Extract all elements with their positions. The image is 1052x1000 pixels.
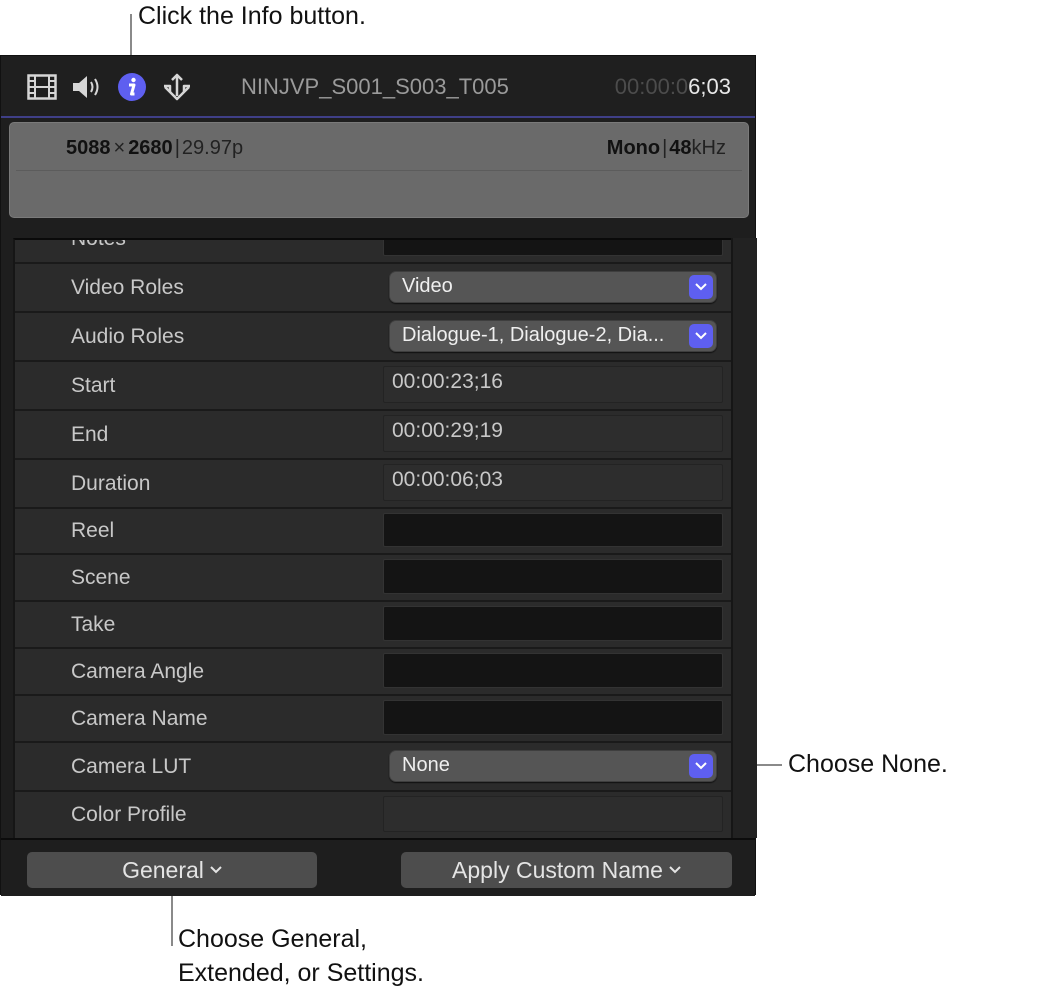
metadata-row-color-profile: Color Profile xyxy=(15,792,731,840)
metadata-popup[interactable]: Dialogue-1, Dialogue-2, Dia... xyxy=(389,319,717,352)
metadata-field[interactable] xyxy=(383,653,723,688)
metadata-row-take: Take xyxy=(15,602,731,649)
timecode-value: 6;03 xyxy=(688,74,731,99)
scrollbar-track[interactable] xyxy=(731,238,757,838)
metadata-label: End xyxy=(71,422,109,446)
metadata-label: Camera LUT xyxy=(71,754,192,778)
metadata-label: Color Profile xyxy=(71,803,187,826)
video-height: 2680 xyxy=(128,137,173,159)
metadata-field: 00:00:23;16 xyxy=(383,366,723,403)
metadata-row-notes: Notes xyxy=(15,238,731,264)
metadata-label: Scene xyxy=(71,565,131,589)
metadata-row-reel: Reel xyxy=(15,509,731,555)
callout-info: Click the Info button. xyxy=(138,2,366,30)
clip-name: NINJVP_S001_S003_T005 xyxy=(241,74,509,99)
clip-info-header: 5088 × 2680 | 29.97p Mono | 48kHz xyxy=(9,122,749,218)
chevron-down-icon[interactable] xyxy=(689,274,713,299)
metadata-row-start: Start 00:00:23;16 xyxy=(15,362,731,411)
metadata-label: Start xyxy=(71,373,116,397)
metadata-field[interactable] xyxy=(383,240,723,256)
apply-custom-name-label: Apply Custom Name xyxy=(452,856,663,883)
header-divider xyxy=(16,170,742,171)
share-icon[interactable] xyxy=(161,72,193,102)
info-icon[interactable] xyxy=(117,72,147,102)
chevron-down-icon[interactable] xyxy=(689,323,713,348)
chevron-down-icon xyxy=(210,866,222,874)
metadata-row-scene: Scene xyxy=(15,555,731,602)
metadata-row-end: End 00:00:29;19 xyxy=(15,411,731,460)
metadata-popup[interactable]: None xyxy=(389,749,717,782)
audio-channels: Mono xyxy=(606,137,661,159)
metadata-label: Camera Name xyxy=(71,706,208,730)
metadata-label: Camera Angle xyxy=(71,659,205,683)
inspector-bottom-bar: General Apply Custom Name xyxy=(1,838,755,896)
popup-value: Dialogue-1, Dialogue-2, Dia... xyxy=(402,323,665,346)
metadata-list: Notes Video Roles Video Audio Roles Dialogue… xyxy=(13,238,733,840)
callout-lut: Choose None. xyxy=(788,750,948,778)
field-value: 00:00:23;16 xyxy=(392,370,503,393)
audio-sample-rate: 48 xyxy=(669,137,692,159)
times-sign: × xyxy=(113,137,126,159)
field-value: 00:00:06;03 xyxy=(392,468,503,491)
metadata-row-camera-lut: Camera LUT None xyxy=(15,743,731,792)
callout-view-line1: Choose General, xyxy=(178,925,368,953)
timecode-leading: 00:00:0 xyxy=(614,74,689,99)
popup-value: None xyxy=(402,753,450,776)
metadata-label: Video Roles xyxy=(71,275,184,299)
metadata-field: 00:00:06;03 xyxy=(383,464,723,501)
metadata-view-label: General xyxy=(122,856,204,883)
speaker-icon[interactable] xyxy=(71,72,103,102)
metadata-field xyxy=(383,796,723,832)
separator: | xyxy=(662,137,668,159)
video-format: 5088 × 2680 | 29.97p xyxy=(66,136,243,160)
metadata-field: 00:00:29;19 xyxy=(383,415,723,452)
film-icon[interactable] xyxy=(27,72,57,102)
chevron-down-icon xyxy=(669,866,681,874)
separator: | xyxy=(174,137,180,159)
metadata-popup[interactable]: Video xyxy=(389,270,717,303)
metadata-row-camera-angle: Camera Angle xyxy=(15,649,731,696)
metadata-label: Audio Roles xyxy=(71,324,185,348)
apply-custom-name-button[interactable]: Apply Custom Name xyxy=(401,852,732,888)
metadata-field[interactable] xyxy=(383,606,723,641)
metadata-label: Notes xyxy=(71,238,126,250)
frame-rate: 29.97p xyxy=(181,137,244,159)
inspector-toolbar: NINJVP_S001_S003_T005 00:00:06;03 xyxy=(1,56,755,118)
audio-sample-unit: kHz xyxy=(691,137,726,159)
metadata-row-duration: Duration 00:00:06;03 xyxy=(15,460,731,509)
clip-timecode: 00:00:06;03 xyxy=(615,72,731,102)
metadata-field[interactable] xyxy=(383,559,723,594)
video-width: 5088 xyxy=(66,137,111,159)
field-value: 00:00:29;19 xyxy=(392,419,503,442)
popup-value: Video xyxy=(402,274,453,297)
audio-format: Mono | 48kHz xyxy=(607,136,726,160)
metadata-row-video-roles: Video Roles Video xyxy=(15,264,731,313)
inspector-panel: NINJVP_S001_S003_T005 00:00:06;03 5088 × 2… xyxy=(0,55,757,896)
metadata-field[interactable] xyxy=(383,700,723,735)
callout-view-line2: Extended, or Settings. xyxy=(178,959,424,987)
metadata-label: Reel xyxy=(71,519,115,542)
metadata-row-camera-name: Camera Name xyxy=(15,696,731,743)
metadata-label: Take xyxy=(71,612,116,636)
chevron-down-icon[interactable] xyxy=(689,753,713,778)
metadata-view-button[interactable]: General xyxy=(27,852,317,888)
metadata-row-audio-roles: Audio Roles Dialogue-1, Dialogue-2, Dia..… xyxy=(15,313,731,362)
metadata-label: Duration xyxy=(71,471,151,495)
metadata-field[interactable] xyxy=(383,513,723,547)
